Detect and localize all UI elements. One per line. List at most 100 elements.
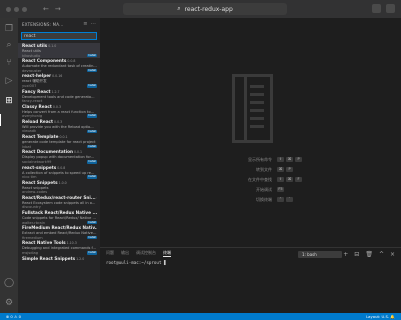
more-icon[interactable]: ··· [91,21,96,27]
extension-version: 0.0.3 [54,119,63,124]
explorer-icon[interactable]: ❐ [4,24,14,34]
extension-version: 1.10.3 [66,241,77,246]
shortcut-hint: 转到文件 ⌘ P [205,167,325,173]
keycap: ⌘ [277,167,284,172]
problems-status[interactable]: ⊗ 0 ⚠ 0 [6,314,21,319]
extension-version: 1.0.0 [58,180,67,185]
trash-icon[interactable]: 🗑 [365,251,373,258]
title-bar: ← → ⌕ react-redux-app [0,0,401,18]
install-button[interactable]: Install [87,144,97,149]
install-button[interactable]: Install [87,84,97,88]
extension-description: generate code template for react project [22,140,96,145]
source-control-icon[interactable]: ⑂ [4,58,14,68]
window-controls[interactable] [6,6,27,12]
install-button[interactable]: Install [87,114,97,118]
install-button[interactable]: Install [87,235,97,240]
panel-tab[interactable]: 终端 [163,250,171,257]
extension-version: 0.0.1 [59,135,68,140]
forward-icon[interactable]: → [55,5,61,13]
search-icon: ⌕ [177,5,181,12]
sidebar-header: EXTENSIONS: MA... ≡ ··· [18,18,100,30]
extension-version: 1.2.7 [51,89,60,94]
terminal-output[interactable]: root@uuli-mac:~/sprout ▋ [100,258,401,267]
panel-tab[interactable]: 调试控制台 [136,250,156,256]
extension-item[interactable]: React/Redux/react-router Sni...0.4.16Rea… [18,195,100,210]
keycap: ⌃ [277,197,284,202]
shortcut-hint: 切换终端 ⌃ ` [205,197,325,203]
activity-bar: ❐ ⌕ ⑂ ▷ ⊞ ◯ ⚙ [0,18,18,313]
extension-item[interactable]: Fancy React1.2.7 Development tools and co… [18,89,100,104]
extension-item[interactable]: react-snippets0.0.8 A collection of snipp… [18,165,100,180]
status-bar: ⊗ 0 ⚠ 0 Layout: U.S. 🔔 [0,313,401,320]
install-button[interactable]: Install [87,160,97,164]
keycap: F [295,177,302,182]
extension-item[interactable]: Fullstack React/Redux Native ...1.0.0Cod… [18,210,100,225]
nav-buttons[interactable]: ← → [43,5,61,13]
back-icon[interactable]: ← [43,5,49,13]
install-button[interactable]: Install [87,129,97,134]
extension-item[interactable]: React Components0.0.8 Automate the redund… [18,58,100,73]
extension-version: 0.0.8 [67,59,76,64]
install-button[interactable]: Install [87,68,97,73]
keycap: F5 [277,187,284,192]
keycap: ⌘ [286,157,293,162]
shortcut-label: 在文件中查找 [248,177,272,182]
sidebar-title: EXTENSIONS: MA... [22,21,64,27]
account-icon[interactable]: ◯ [4,278,14,288]
extension-item[interactable]: React Template0.0.1 generate code templat… [18,134,100,149]
extension-item[interactable]: react-helper0.0.16 react 辅助开发 yuxi007 Insta… [18,73,100,88]
extension-item[interactable]: Simple React Snippets1.2.0 [18,256,100,271]
vscode-logo-watermark [232,74,273,143]
shortcut-label: 显示所有命令 [248,157,272,162]
filter-icon[interactable]: ≡ [83,21,87,27]
extension-version: 0.0.8 [57,165,66,170]
extension-description: Code snippets for React/Redux/ Native a.… [22,216,97,221]
extension-version: 0.0.1 [73,150,83,155]
extension-name: React/Redux/react-router Sni...0.4.16 [22,195,97,201]
gear-icon[interactable]: ⚙ [4,298,14,308]
search-icon[interactable]: ⌕ [4,40,14,50]
extension-version: 0.0.3 [52,104,62,109]
extension-search-input[interactable]: react [21,32,97,40]
keycap: ` [286,197,293,202]
panel-tab[interactable]: 问题 [106,250,114,256]
extension-item[interactable]: React Documentation0.0.1 Display popup wi… [18,149,100,164]
panel-actions: + ⊟ 🗑 ^ × [343,251,395,258]
command-center[interactable]: ⌕ react-redux-app [123,3,287,15]
extension-item[interactable]: Reload React0.0.3 Will provide you with t… [18,119,100,134]
shortcut-label: 切换终端 [256,197,272,202]
shortcut-label: 开始调试 [256,187,272,192]
extension-name: Simple React Snippets1.2.0 [22,255,85,261]
status-right[interactable]: Layout: U.S. 🔔 [366,314,395,319]
layout-icon[interactable] [372,4,381,13]
layout-icon[interactable] [386,4,395,13]
close-icon[interactable]: × [390,251,395,258]
shortcut-hint: 显示所有命令 ⇧ ⌘ P [205,157,325,163]
extension-item[interactable]: Classy React0.0.3 Helps convert from a re… [18,104,100,119]
terminal-selector[interactable]: 1: bash [298,251,342,258]
extensions-sidebar: EXTENSIONS: MA... ≡ ··· react React utils… [18,18,100,313]
extensions-icon[interactable]: ⊞ [4,96,14,106]
layout-controls[interactable] [372,4,395,13]
window-title: react-redux-app [184,5,233,13]
active-indicator [0,114,1,126]
install-button[interactable]: Install [87,53,97,58]
extension-item[interactable]: FireMedium React/Redux Nativ...1.1.2Extr… [18,225,100,240]
extension-item[interactable]: React utils0.1.0 React utils kikostudio Ins… [18,43,100,59]
run-debug-icon[interactable]: ▷ [4,76,14,86]
shortcut-hint: 开始调试 F5 [205,187,325,193]
keycap: ⌘ [286,177,293,182]
install-button[interactable]: Install [87,220,97,225]
new-terminal-icon[interactable]: + [343,251,348,258]
panel-tab[interactable]: 输出 [121,250,129,256]
install-button[interactable]: Install [87,175,97,179]
split-terminal-icon[interactable]: ⊟ [354,251,359,258]
keycap: ⇧ [277,177,284,182]
keycap: P [286,167,293,172]
maximize-icon[interactable]: ^ [379,251,384,258]
extension-item[interactable]: React Snippets1.0.0 React snippets andrew-… [18,180,100,195]
extension-item[interactable]: React Native Tools1.10.3 Debugging and in… [18,240,100,255]
shortcut-label: 转到文件 [256,167,272,172]
extension-version: 0.0.16 [52,74,63,79]
install-button[interactable]: Install [87,251,97,255]
